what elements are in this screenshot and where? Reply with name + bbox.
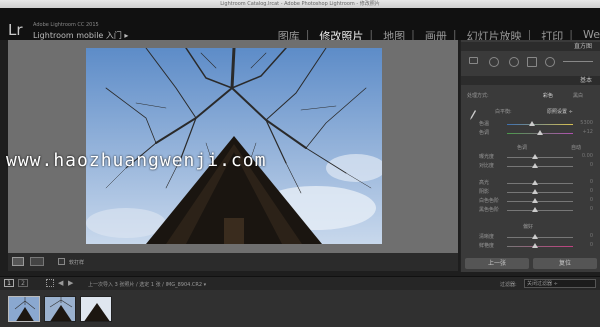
filmstrip-thumbnail[interactable] [8, 296, 40, 322]
clarity-value[interactable]: 0 [590, 233, 593, 239]
vibrance-track [507, 246, 573, 247]
filmstrip [0, 290, 600, 327]
redeye-icon[interactable] [509, 57, 519, 67]
histogram-tools [467, 53, 595, 67]
tint-knob[interactable] [537, 130, 543, 135]
photo-preview[interactable] [86, 48, 382, 244]
filmstrip-path[interactable]: 上一次导入 3 张照片 / 选定 1 张 / IMG_8904.CR2 ▾ [88, 281, 206, 288]
soft-proof-checkbox[interactable] [58, 258, 65, 265]
exposure-track [507, 157, 573, 158]
shadows-track [507, 192, 573, 193]
bw-option[interactable]: 黑白 [573, 92, 583, 99]
temp-track [507, 124, 573, 125]
previous-button[interactable]: 上一张 [465, 258, 529, 269]
back-arrow-icon[interactable]: ◀ [58, 279, 63, 287]
shadows-label: 阴影 [479, 189, 490, 195]
spot-removal-icon[interactable] [489, 57, 499, 67]
tint-value[interactable]: +12 [582, 129, 593, 135]
exposure-value[interactable]: 0.00 [582, 153, 593, 159]
radial-filter-icon[interactable] [545, 57, 555, 67]
wb-label: 白平衡: [495, 109, 512, 115]
wb-eyedropper-icon[interactable] [469, 106, 477, 120]
identity-plate: Lr Adobe Lightroom CC 2015 Lightroom mob… [0, 8, 600, 43]
temp-slider[interactable]: 色温 5300 [467, 120, 595, 128]
exposure-label: 曝光度 [479, 154, 495, 160]
contrast-value[interactable]: 0 [590, 162, 593, 168]
lightroom-logo: Lr [8, 21, 23, 39]
clarity-slider[interactable]: 清晰度 0 [467, 233, 595, 241]
shadows-knob[interactable] [532, 189, 538, 194]
treatment-label: 处理方式: [467, 93, 489, 99]
vibrance-value[interactable]: 0 [590, 242, 593, 248]
photo-image [86, 48, 382, 244]
forward-arrow-icon[interactable]: ▶ [68, 279, 73, 287]
product-line: Adobe Lightroom CC 2015 [33, 22, 99, 28]
page-2-button[interactable]: 2 [18, 279, 28, 287]
temp-label: 色温 [479, 121, 490, 127]
vibrance-slider[interactable]: 鲜艳度 0 [467, 242, 595, 250]
whites-knob[interactable] [532, 198, 538, 203]
tint-slider[interactable]: 色调 +12 [467, 129, 595, 137]
basic-header[interactable]: 基本 [461, 76, 600, 85]
highlights-knob[interactable] [532, 180, 538, 185]
whites-slider[interactable]: 白色色阶 0 [467, 197, 595, 205]
soft-proof-label: 软打样 [69, 260, 85, 266]
whites-value[interactable]: 0 [590, 197, 593, 203]
before-after-icon[interactable] [30, 257, 44, 266]
filter-select[interactable]: 关闭过滤器 ÷ [524, 279, 596, 288]
loupe-view-icon[interactable] [12, 257, 24, 266]
exposure-slider[interactable]: 曝光度 0.00 [467, 153, 595, 161]
highlights-label: 高光 [479, 180, 490, 186]
grid-view-icon[interactable] [46, 279, 54, 287]
filmstrip-nav-bar: 1 2 ◀ ▶ 上一次导入 3 张照片 / 选定 1 张 / IMG_8904.… [0, 276, 600, 290]
shadows-slider[interactable]: 阴影 0 [467, 188, 595, 196]
right-panel: 直方图 基本 处理方式: 彩色 黑白 白平衡: 原照设置 ÷ 色温 5300 色… [460, 40, 600, 272]
vibrance-label: 鲜艳度 [479, 243, 495, 249]
reset-button[interactable]: 复位 [533, 258, 597, 269]
contrast-track [507, 166, 573, 167]
blacks-value[interactable]: 0 [590, 206, 593, 212]
tone-label: 色调 [517, 145, 528, 151]
clarity-knob[interactable] [532, 234, 538, 239]
histogram-header[interactable]: 直方图 [461, 42, 600, 51]
filmstrip-thumbnail[interactable] [44, 296, 76, 322]
contrast-knob[interactable] [532, 163, 538, 168]
graduated-filter-icon[interactable] [527, 57, 537, 67]
blacks-label: 黑色色阶 [479, 207, 500, 213]
highlights-value[interactable]: 0 [590, 179, 593, 185]
contrast-label: 对比度 [479, 163, 495, 169]
temp-knob[interactable] [529, 121, 535, 126]
blacks-track [507, 210, 573, 211]
page-1-button[interactable]: 1 [4, 279, 14, 287]
window-titlebar: Lightroom Catalog.lrcat - Adobe Photosho… [0, 0, 600, 16]
filter-label: 过滤器: [500, 282, 517, 288]
tone-auto-button[interactable]: 自动 [571, 144, 581, 151]
crop-icon[interactable] [469, 57, 478, 64]
vibrance-knob[interactable] [532, 243, 538, 248]
contrast-slider[interactable]: 对比度 0 [467, 162, 595, 170]
filmstrip-thumbnail[interactable] [80, 296, 112, 322]
blacks-slider[interactable]: 黑色色阶 0 [467, 206, 595, 214]
highlights-track [507, 183, 573, 184]
highlights-slider[interactable]: 高光 0 [467, 179, 595, 187]
window-title: Lightroom Catalog.lrcat - Adobe Photosho… [220, 1, 380, 7]
shadows-value[interactable]: 0 [590, 188, 593, 194]
whites-label: 白色色阶 [479, 198, 500, 204]
blacks-knob[interactable] [532, 207, 538, 212]
temp-value[interactable]: 5300 [580, 120, 593, 126]
presence-label: 偏好 [523, 224, 534, 230]
tint-label: 色调 [479, 130, 490, 136]
watermark-text: www.haozhuangwenji.com [6, 150, 267, 171]
wb-select[interactable]: 原照设置 ÷ [547, 108, 573, 115]
develop-toolbar: 软打样 [8, 253, 458, 271]
clarity-track [507, 237, 573, 238]
brush-slider[interactable] [563, 61, 593, 62]
clarity-label: 清晰度 [479, 234, 495, 240]
whites-track [507, 201, 573, 202]
exposure-knob[interactable] [532, 154, 538, 159]
color-option[interactable]: 彩色 [543, 92, 553, 99]
